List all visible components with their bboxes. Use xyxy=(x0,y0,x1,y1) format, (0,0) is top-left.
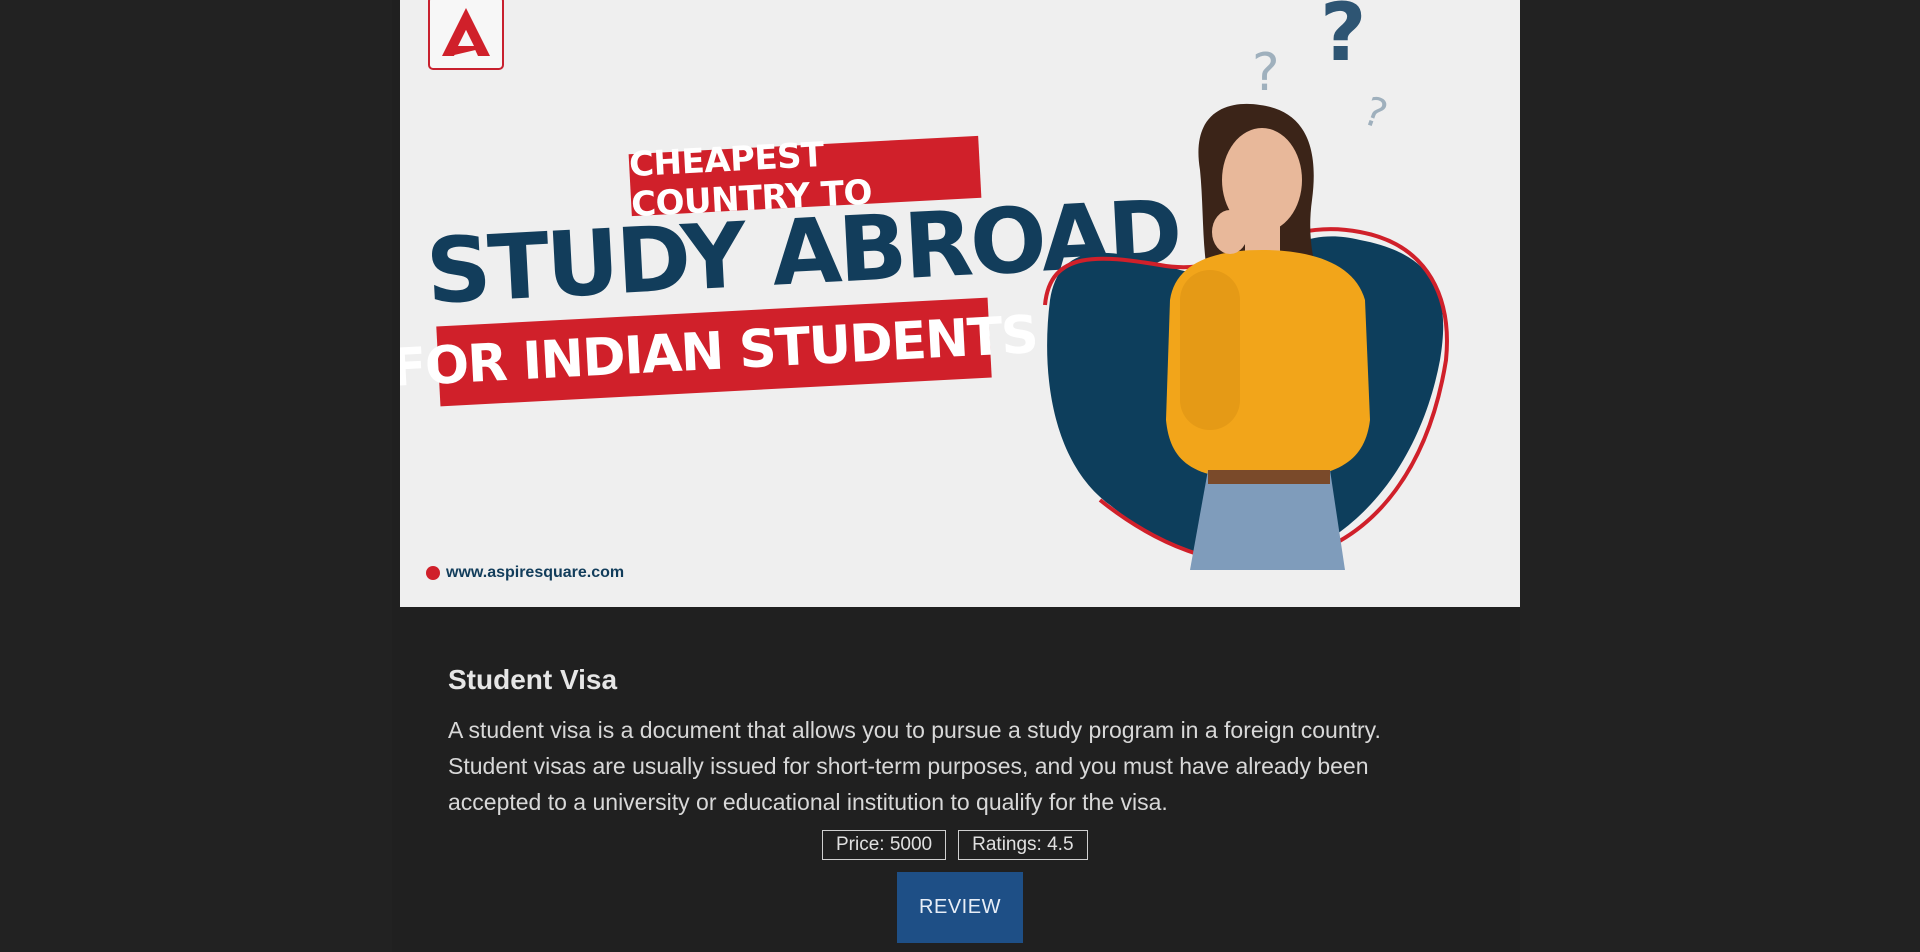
card-meta: Price: 5000 Ratings: 4.5 xyxy=(822,830,1088,860)
question-mark-icon: ? xyxy=(1357,88,1393,138)
card-description: A student visa is a document that allows… xyxy=(448,717,1381,815)
ratings-badge: Ratings: 4.5 xyxy=(958,830,1088,860)
banner-image: CHEAPEST COUNTRY TO STUDY ABROAD FOR IND… xyxy=(400,0,1520,607)
website-text: www.aspiresquare.com xyxy=(446,564,625,581)
review-button[interactable]: REVIEW xyxy=(897,872,1023,943)
card-body: Student Visa A student visa is a documen… xyxy=(448,650,1458,820)
banner-illustration: ? ? ? xyxy=(1043,0,1449,570)
price-badge: Price: 5000 xyxy=(822,830,947,860)
card-title: Student Visa xyxy=(448,664,618,695)
globe-icon xyxy=(426,566,440,580)
website-link[interactable]: www.aspiresquare.com xyxy=(426,563,624,583)
question-mark-icon: ? xyxy=(1252,43,1280,103)
question-mark-icon: ? xyxy=(1320,0,1366,79)
